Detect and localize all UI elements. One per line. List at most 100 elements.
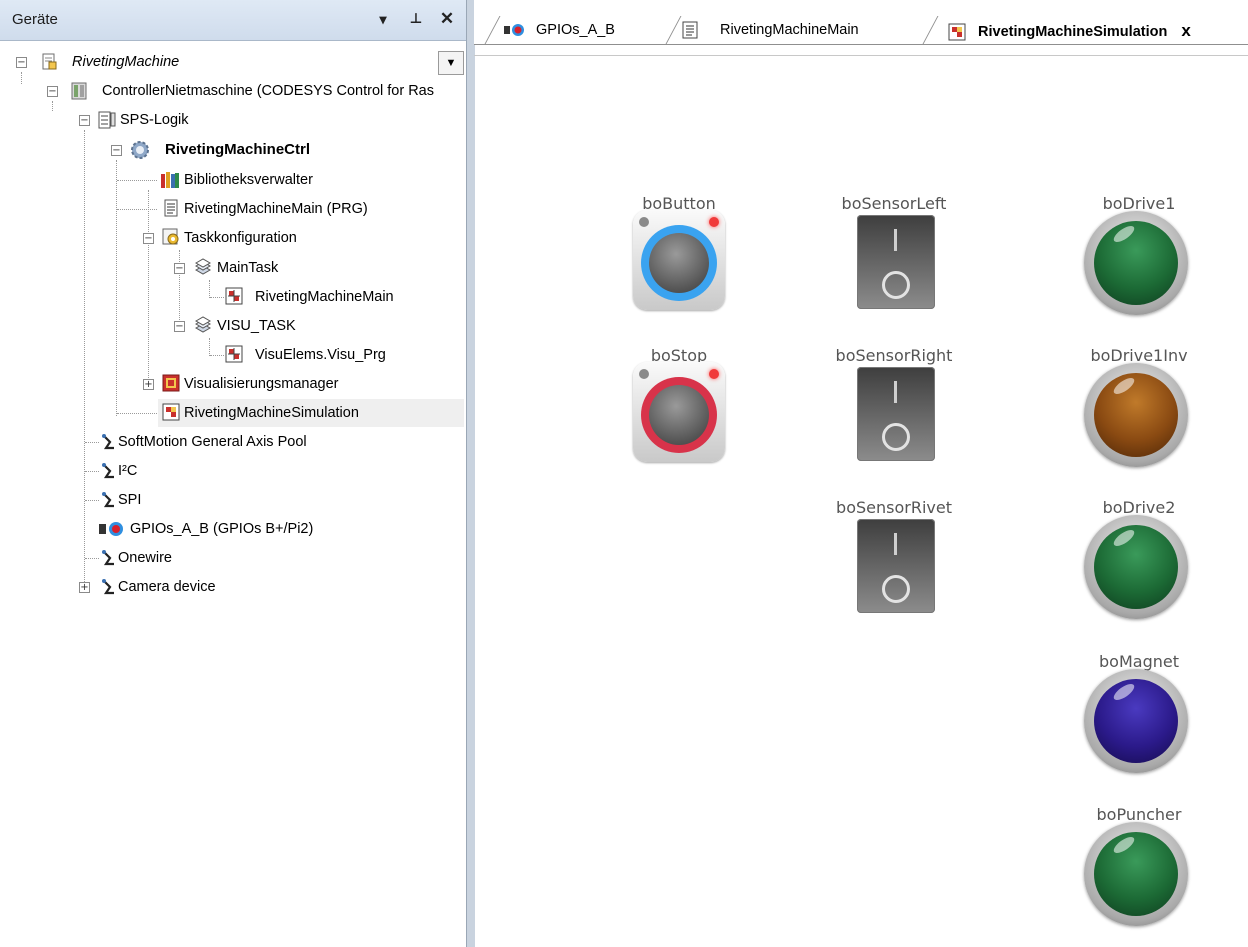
tree-item-label: RivetingMachine [72, 54, 180, 70]
controller-icon [71, 82, 87, 100]
tree-item-onewire[interactable]: Onewire [0, 544, 466, 572]
tree-item-label: VisuElems.Visu_Prg [255, 347, 386, 363]
bus-icon [102, 550, 114, 566]
tree-item-label: ControllerNietmaschine (CODESYS Control … [102, 83, 434, 99]
tab-close-icon[interactable]: x [1181, 21, 1190, 40]
tree-item-visu-task[interactable]: − VISU_TASK [0, 312, 466, 340]
task-icon [194, 316, 212, 333]
tree-item-label: RivetingMachineMain (PRG) [184, 201, 368, 217]
collapse-icon[interactable]: − [111, 145, 122, 156]
visu-manager-icon [162, 374, 180, 392]
collapse-icon[interactable]: − [174, 321, 185, 332]
switch-boSensorRivet[interactable] [857, 519, 935, 613]
tree-item-visu-manager[interactable]: + Visualisierungsmanager [0, 370, 466, 398]
tree-item-label: Taskkonfiguration [184, 230, 297, 246]
tree-item-project[interactable]: − RivetingMachine [0, 48, 466, 76]
devices-panel: Geräte ▾ ⊥ ✕ ▼ − RivetingMachine − Contr… [0, 0, 466, 947]
tree-item-main-task-call[interactable]: RivetingMachineMain [0, 283, 466, 311]
tree-item-label: Visualisierungsmanager [184, 376, 339, 392]
tree-item-gpios[interactable]: GPIOs_A_B (GPIOs B+/Pi2) [0, 515, 466, 543]
lamp-boDrive2 [1084, 515, 1188, 619]
visualization-icon [948, 23, 966, 41]
tree-item-application[interactable]: − RivetingMachineCtrl [0, 136, 466, 164]
tab-gpios[interactable]: GPIOs_A_B [504, 17, 615, 44]
project-icon [42, 53, 57, 70]
collapse-icon[interactable]: − [143, 233, 154, 244]
status-led [709, 369, 719, 379]
tree-item-label: SPS-Logik [120, 112, 189, 128]
push-button-boStop[interactable] [633, 362, 725, 462]
visualization-icon [162, 403, 180, 421]
program-icon [682, 21, 698, 39]
application-gear-icon [131, 141, 149, 159]
devices-panel-title: Geräte [12, 11, 58, 28]
tab-bar-border [474, 44, 1248, 45]
tab-main-program[interactable]: RivetingMachineMain [682, 17, 859, 44]
task-config-icon [162, 228, 179, 245]
tree-item-label: VISU_TASK [217, 318, 296, 334]
switch-boSensorLeft[interactable] [857, 215, 935, 309]
bus-icon [102, 579, 114, 595]
tree-item-label: RivetingMachineCtrl [165, 141, 311, 158]
devices-panel-header: Geräte ▾ ⊥ ✕ [0, 0, 466, 41]
switch-boSensorRight[interactable] [857, 367, 935, 461]
button-cap [649, 385, 709, 445]
pin-icon[interactable]: ⊥ [405, 8, 427, 30]
tree-item-axis-pool[interactable]: SoftMotion General Axis Pool [0, 428, 466, 456]
lamp-boPuncher [1084, 822, 1188, 926]
switch-on-mark [882, 423, 910, 451]
tree-item-main-task[interactable]: − MainTask [0, 254, 466, 282]
collapse-icon[interactable]: − [47, 86, 58, 97]
tree-item-camera[interactable]: + Camera device [0, 573, 466, 601]
tree-item-library-manager[interactable]: Bibliotheksverwalter [0, 166, 466, 194]
library-icon [161, 172, 179, 188]
tree-item-spi[interactable]: SPI [0, 486, 466, 514]
bus-icon [102, 492, 114, 508]
tree-item-label: Onewire [118, 550, 172, 566]
push-button-boButton[interactable] [633, 210, 725, 310]
expand-icon[interactable]: + [79, 582, 90, 593]
close-icon[interactable]: ✕ [436, 8, 458, 30]
lamp-glass [1094, 679, 1178, 763]
panel-menu-dropdown-icon[interactable]: ▾ [372, 8, 394, 30]
tree-item-label: RivetingMachineSimulation [184, 405, 359, 421]
tree-item-simulation-selected[interactable]: RivetingMachineSimulation [158, 399, 464, 427]
task-call-icon [225, 287, 243, 305]
switch-on-mark [882, 575, 910, 603]
tree-item-label: I²C [118, 463, 138, 479]
collapse-icon[interactable]: − [79, 115, 90, 126]
status-led [709, 217, 719, 227]
collapse-icon[interactable]: − [174, 263, 185, 274]
switch-label: boSensorRivet [836, 498, 952, 517]
switch-off-mark [894, 229, 897, 251]
tab-simulation-active[interactable]: RivetingMachineSimulation x [948, 17, 1191, 44]
editor-tab-bar: GPIOs_A_B RivetingMachineMain RivetingMa… [474, 0, 1248, 44]
tree-item-label: GPIOs_A_B (GPIOs B+/Pi2) [130, 521, 314, 537]
lamp-boDrive1Inv [1084, 363, 1188, 467]
tree-item-controller[interactable]: − ControllerNietmaschine (CODESYS Contro… [0, 77, 466, 105]
lamp-glass [1094, 221, 1178, 305]
tree-item-main-program[interactable]: RivetingMachineMain (PRG) [0, 195, 466, 223]
lamp-glass [1094, 373, 1178, 457]
tree-item-i2c[interactable]: I²C [0, 457, 466, 485]
lamp-glass [1094, 525, 1178, 609]
tree-item-visu-task-call[interactable]: VisuElems.Visu_Prg [0, 341, 466, 369]
expand-icon[interactable]: + [143, 379, 154, 390]
switch-label: boSensorRight [835, 346, 953, 365]
tab-label: RivetingMachineMain [720, 22, 859, 38]
switch-off-mark [894, 533, 897, 555]
switch-label: boSensorLeft [841, 194, 947, 213]
visualization-canvas: boButton boStop boSensorLeft boSensorRig… [474, 56, 1248, 947]
tree-item-label: RivetingMachineMain [255, 289, 394, 305]
lamp-boMagnet [1084, 669, 1188, 773]
collapse-icon[interactable]: − [16, 57, 27, 68]
tree-item-plc-logic[interactable]: − SPS-Logik [0, 106, 466, 134]
tab-label: GPIOs_A_B [536, 22, 615, 38]
gpio-icon [99, 522, 123, 536]
task-call-icon [225, 345, 243, 363]
switch-off-mark [894, 381, 897, 403]
tree-item-task-configuration[interactable]: − Taskkonfiguration [0, 224, 466, 252]
lamp-boDrive1 [1084, 211, 1188, 315]
task-icon [194, 258, 212, 275]
gpio-icon [504, 24, 524, 37]
